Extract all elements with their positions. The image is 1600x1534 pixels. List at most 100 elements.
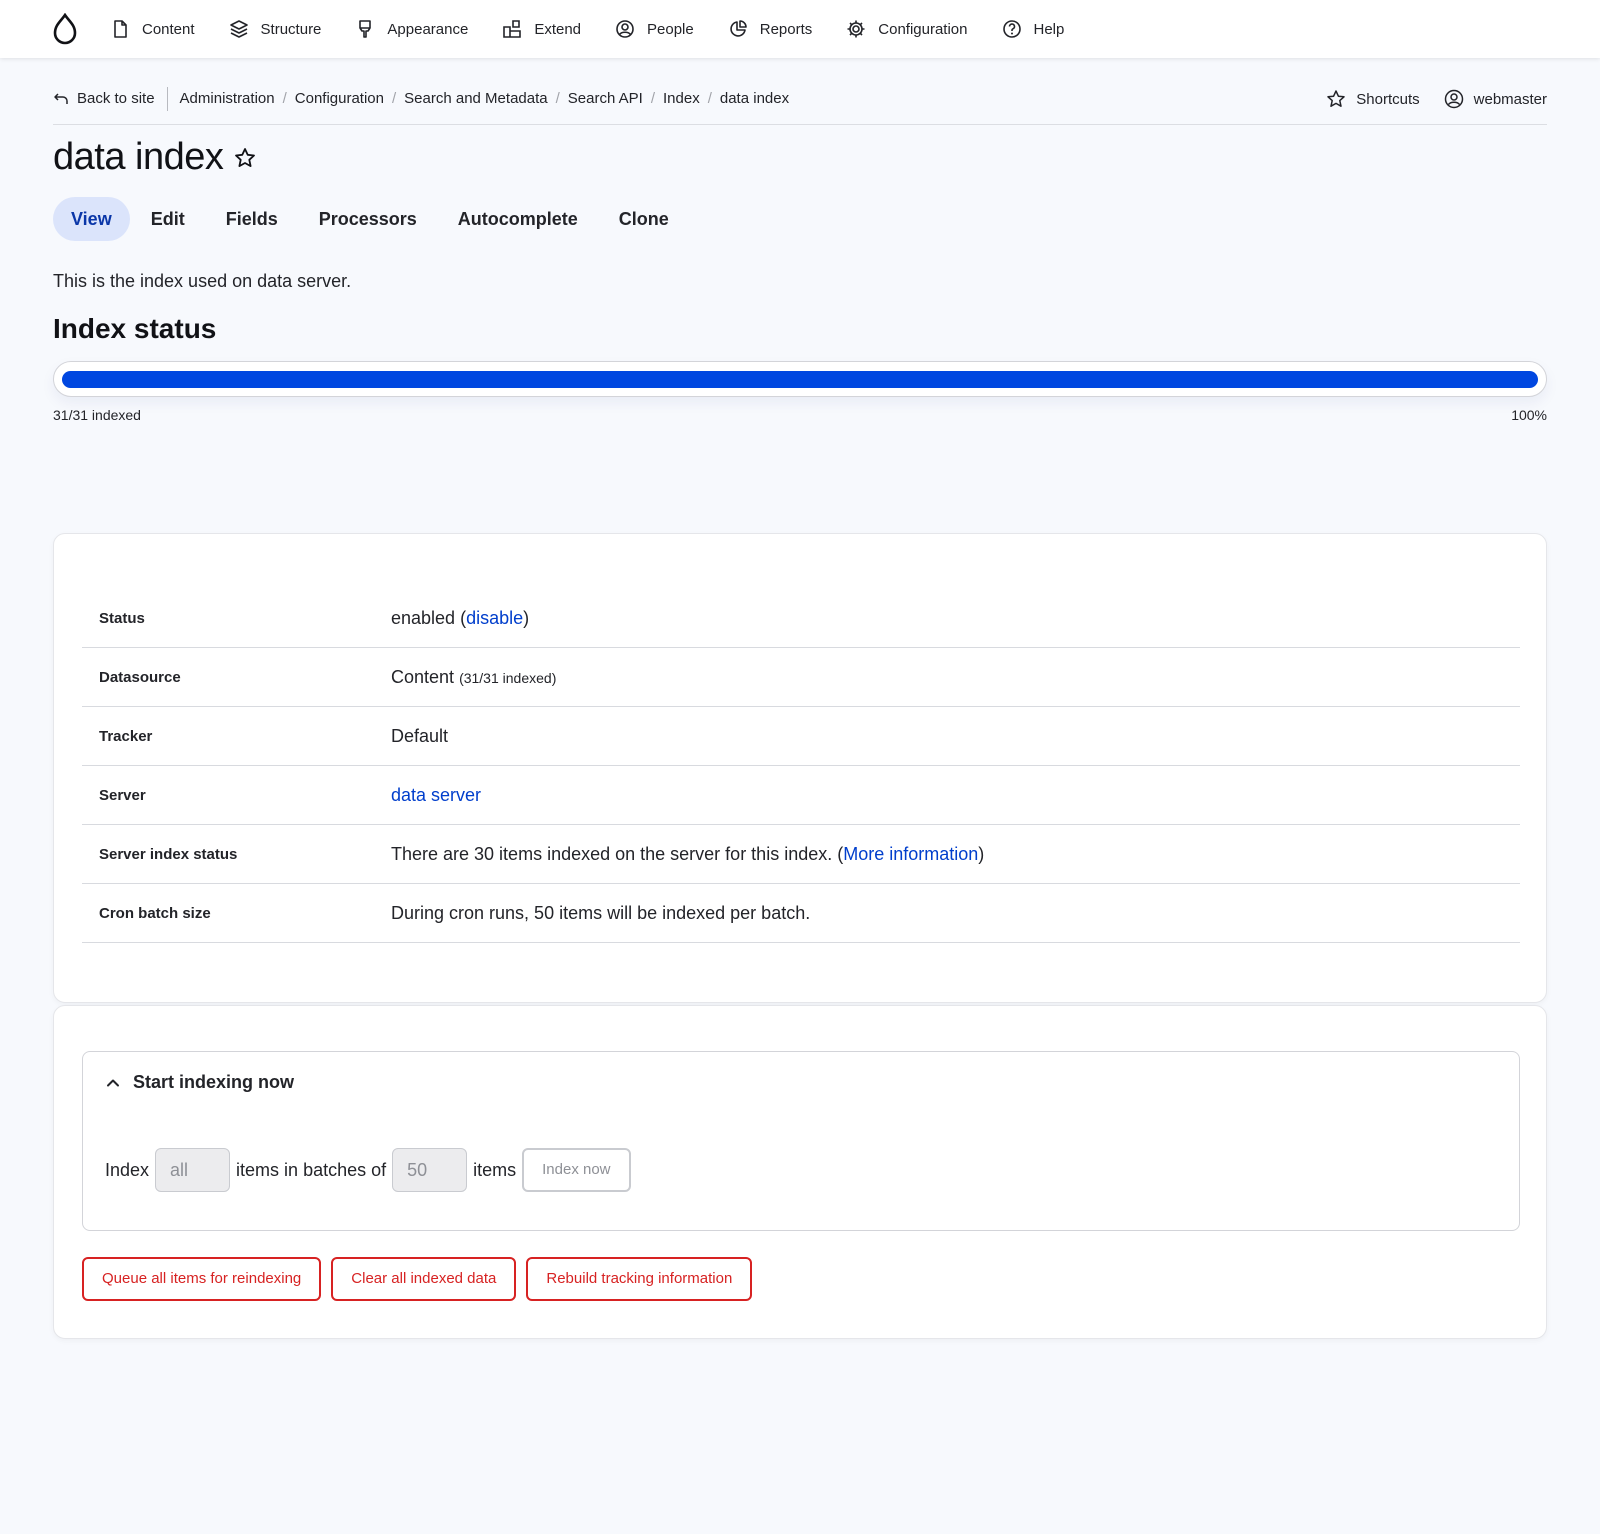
breadcrumb-item[interactable]: Configuration: [295, 90, 384, 107]
queue-reindex-button[interactable]: Queue all items for reindexing: [82, 1257, 322, 1301]
page-title-text: data index: [53, 136, 224, 178]
cron-batch-size-value: During cron runs, 50 items will be index…: [391, 902, 811, 923]
disable-link[interactable]: disable: [466, 608, 523, 628]
table-row: Server index status There are 30 items i…: [82, 825, 1520, 884]
server-link[interactable]: data server: [391, 785, 481, 805]
index-limit-input[interactable]: all: [155, 1148, 231, 1192]
table-row: Status enabled (disable): [82, 589, 1520, 648]
toolbar-item-label: Help: [1033, 20, 1065, 38]
star-icon: [1327, 90, 1346, 107]
items-label: items: [473, 1159, 517, 1180]
brush-icon: [359, 20, 372, 38]
server-index-status-prefix: There are 30 items indexed on the server…: [391, 843, 844, 864]
status-label: Status: [99, 609, 145, 627]
table-row: Cron batch size During cron runs, 50 ite…: [82, 884, 1520, 943]
datasource-name: Content: [391, 666, 455, 687]
toolbar-item-label: Content: [142, 20, 195, 38]
toolbar-item-extend[interactable]: Extend: [502, 0, 581, 58]
start-indexing-details: Start indexing now Index all items in ba…: [82, 1051, 1520, 1231]
datasource-label: Datasource: [99, 668, 181, 686]
secondary-toolbar: Back to site Administration / Configurat…: [53, 73, 1547, 125]
toolbar-item-label: Appearance: [387, 20, 469, 38]
more-information-link[interactable]: More information: [843, 844, 978, 864]
tab-autocomplete[interactable]: Autocomplete: [438, 197, 598, 241]
tracker-label: Tracker: [99, 727, 153, 745]
rebuild-tracking-button[interactable]: Rebuild tracking information: [526, 1257, 753, 1301]
toolbar-item-label: Reports: [759, 20, 813, 38]
server-index-status-suffix: ): [978, 843, 985, 864]
tab-clone[interactable]: Clone: [599, 197, 689, 241]
toolbar-item-label: Structure: [260, 20, 322, 38]
tab-view[interactable]: View: [53, 197, 130, 241]
progress-bar-fill: [62, 371, 1538, 388]
tab-fields[interactable]: Fields: [206, 197, 298, 241]
toolbar-item-help[interactable]: Help: [1002, 0, 1065, 58]
start-indexing-summary-label: Start indexing now: [133, 1072, 295, 1092]
table-row: Datasource Content (31/31 indexed): [82, 648, 1520, 707]
batches-label: items in batches of: [236, 1159, 387, 1180]
breadcrumb-item[interactable]: Index: [663, 90, 700, 107]
chevron-up-icon: [107, 1079, 119, 1086]
breadcrumb-separator: /: [650, 90, 655, 107]
user-circle-icon: [1444, 89, 1463, 109]
status-value-prefix: enabled (: [391, 607, 467, 628]
user-circle-icon: [616, 20, 634, 38]
index-info-card: Status enabled (disable) Datasource Cont…: [53, 533, 1547, 1003]
breadcrumb-item[interactable]: data index: [720, 90, 789, 107]
back-arrow-icon: [54, 92, 68, 104]
puzzle-icon: [503, 20, 522, 38]
shortcuts-link[interactable]: Shortcuts: [1326, 89, 1420, 109]
toolbar-item-appearance[interactable]: Appearance: [355, 0, 468, 58]
server-index-status-label: Server index status: [99, 845, 238, 863]
add-shortcut-star-icon[interactable]: [233, 146, 257, 170]
index-now-button[interactable]: Index now: [522, 1148, 631, 1192]
back-to-site-link[interactable]: Back to site: [53, 86, 168, 111]
breadcrumb-separator: /: [392, 90, 397, 107]
shortcuts-label: Shortcuts: [1356, 90, 1420, 108]
toolbar-item-reports[interactable]: Reports: [728, 0, 813, 58]
breadcrumb-separator: /: [555, 90, 560, 107]
breadcrumb-item[interactable]: Search API: [568, 90, 643, 107]
clear-indexed-data-button[interactable]: Clear all indexed data: [331, 1257, 517, 1301]
breadcrumb-separator: /: [707, 90, 712, 107]
status-value-suffix: ): [523, 607, 530, 628]
drupal-drop-icon[interactable]: [52, 13, 78, 45]
index-status-heading: Index status: [53, 313, 217, 344]
server-index-status-value: There are 30 items indexed on the server…: [391, 844, 984, 865]
back-to-site-label: Back to site: [77, 90, 155, 107]
progress-bar: [53, 361, 1547, 397]
tab-edit[interactable]: Edit: [131, 197, 205, 241]
tab-processors[interactable]: Processors: [299, 197, 437, 241]
start-indexing-summary[interactable]: Start indexing now: [105, 1072, 294, 1093]
breadcrumb-separator: /: [282, 90, 287, 107]
cron-batch-size-label: Cron batch size: [99, 904, 211, 922]
breadcrumb: Administration / Configuration / Search …: [180, 90, 790, 107]
index-actions: Queue all items for reindexing Clear all…: [82, 1257, 762, 1301]
toolbar-menu: Content Structure Appearance Extend Peop…: [110, 0, 1098, 58]
toolbar-item-label: Extend: [534, 20, 582, 38]
toolbar-item-label: Configuration: [878, 20, 968, 38]
server-value: data server: [391, 785, 481, 806]
breadcrumb-item[interactable]: Administration: [180, 90, 275, 107]
table-row: Server data server: [82, 766, 1520, 825]
batch-size-input[interactable]: 50: [392, 1148, 468, 1192]
toolbar-item-configuration[interactable]: Configuration: [846, 0, 968, 58]
breadcrumb-item[interactable]: Search and Metadata: [404, 90, 547, 107]
toolbar-item-people[interactable]: People: [615, 0, 694, 58]
progress-percent-label: 100%: [1511, 407, 1547, 423]
page-title: data index: [53, 136, 257, 179]
primary-tabs: View Edit Fields Processors Autocomplete…: [53, 197, 689, 241]
index-description: This is the index used on data server.: [53, 271, 352, 291]
document-icon: [114, 20, 127, 38]
index-info-table: Status enabled (disable) Datasource Cont…: [82, 589, 1520, 943]
user-menu-link[interactable]: webmaster: [1444, 89, 1547, 109]
toolbar-item-structure[interactable]: Structure: [229, 0, 322, 58]
index-now-form: Index all items in batches of 50 items I…: [105, 1148, 631, 1192]
progress-indexed-label: 31/31 indexed: [53, 407, 141, 423]
server-label: Server: [99, 786, 146, 804]
pie-chart-icon: [730, 20, 747, 37]
datasource-detail: (31/31 indexed): [459, 669, 557, 686]
gear-icon: [847, 20, 865, 38]
toolbar-item-content[interactable]: Content: [110, 0, 195, 58]
index-label: Index: [105, 1159, 150, 1180]
